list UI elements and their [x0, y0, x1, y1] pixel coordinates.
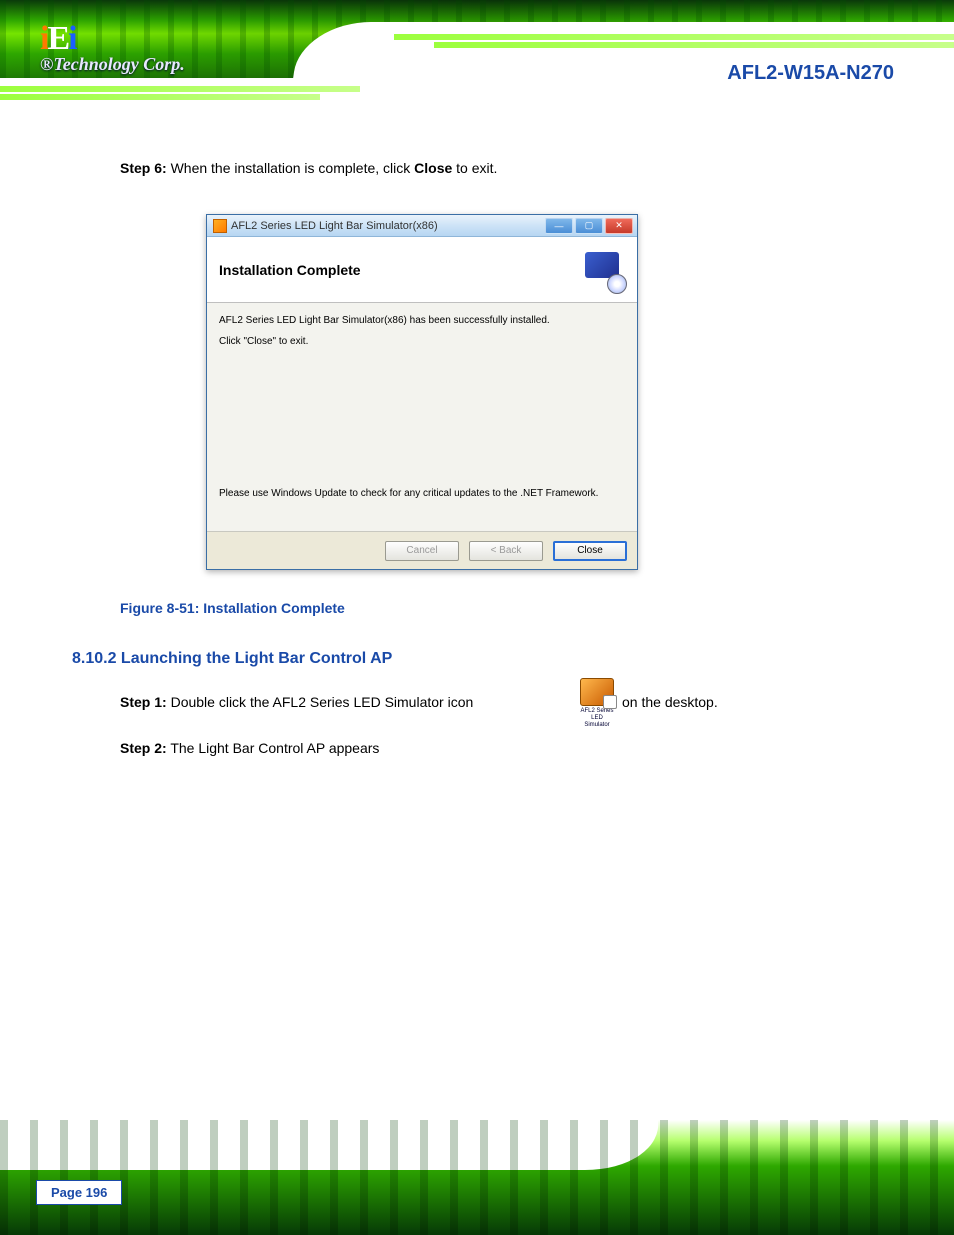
installer-dialog: AFL2 Series LED Light Bar Simulator(x86)…: [206, 214, 638, 570]
step-2: Step 2: The Light Bar Control AP appears: [120, 740, 894, 756]
step-6: Step 6: When the installation is complet…: [120, 160, 497, 176]
dialog-body: AFL2 Series LED Light Bar Simulator(x86)…: [207, 303, 637, 531]
logo-tagline: ®Technology Corp.: [40, 54, 185, 75]
dialog-line-1: AFL2 Series LED Light Bar Simulator(x86)…: [219, 315, 625, 326]
step-6-label: Step 6:: [120, 160, 167, 176]
logo: iEi ®Technology Corp.: [40, 24, 185, 75]
dialog-footer-note: Please use Windows Update to check for a…: [219, 488, 625, 499]
stripe-decor: [0, 86, 360, 92]
dialog-heading: Installation Complete: [219, 262, 361, 278]
minimize-button[interactable]: —: [545, 218, 573, 234]
page-footer-graphic: [0, 1120, 954, 1235]
titlebar: AFL2 Series LED Light Bar Simulator(x86)…: [207, 215, 637, 237]
product-title: AFL2-W15A-N270: [727, 62, 894, 85]
close-button[interactable]: Close: [553, 541, 627, 561]
back-button[interactable]: < Back: [469, 541, 543, 561]
afl2-shortcut-icon: [580, 678, 614, 706]
step-6-suffix: to exit.: [456, 160, 497, 176]
maximize-button[interactable]: ▢: [575, 218, 603, 234]
stripe-decor: [394, 34, 954, 40]
step-1-suffix: on the desktop.: [622, 694, 718, 710]
cancel-button[interactable]: Cancel: [385, 541, 459, 561]
page-header-graphic: iEi ®Technology Corp.: [0, 0, 954, 112]
desktop-shortcut-icon: AFL2 Series LED Simulator: [578, 678, 616, 729]
step-6-text: When the installation is complete, click: [171, 160, 415, 176]
stripe-decor: [0, 94, 320, 100]
window-title: AFL2 Series LED Light Bar Simulator(x86): [231, 220, 438, 232]
msi-installer-icon: [213, 219, 227, 233]
logo-tagline-text: Technology Corp.: [53, 54, 184, 74]
stripe-decor: [434, 42, 954, 48]
step-2-text: The Light Bar Control AP appears: [170, 740, 379, 756]
page-number: Page 196: [36, 1180, 122, 1205]
step-1-text: Double click the AFL2 Series LED Simulat…: [171, 694, 474, 710]
step-2-label: Step 2:: [120, 740, 167, 756]
step-1: Step 1: Double click the AFL2 Series LED…: [120, 694, 473, 710]
pcb-trace-decor: [0, 1120, 954, 1235]
installer-graphic-icon: [571, 248, 625, 292]
close-window-button[interactable]: ✕: [605, 218, 633, 234]
dialog-line-2: Click "Close" to exit.: [219, 336, 625, 347]
section-heading: 8.10.2 Launching the Light Bar Control A…: [72, 650, 392, 668]
step-6-close-word: Close: [414, 160, 452, 176]
figure-caption: Figure 8-51: Installation Complete: [120, 600, 345, 616]
logo-mark: iEi: [40, 24, 185, 54]
desktop-shortcut-label: AFL2 Series LED Simulator: [578, 708, 616, 729]
dialog-header: Installation Complete: [207, 237, 637, 303]
dialog-button-bar: Cancel < Back Close: [207, 531, 637, 569]
step-1-label: Step 1:: [120, 694, 167, 710]
